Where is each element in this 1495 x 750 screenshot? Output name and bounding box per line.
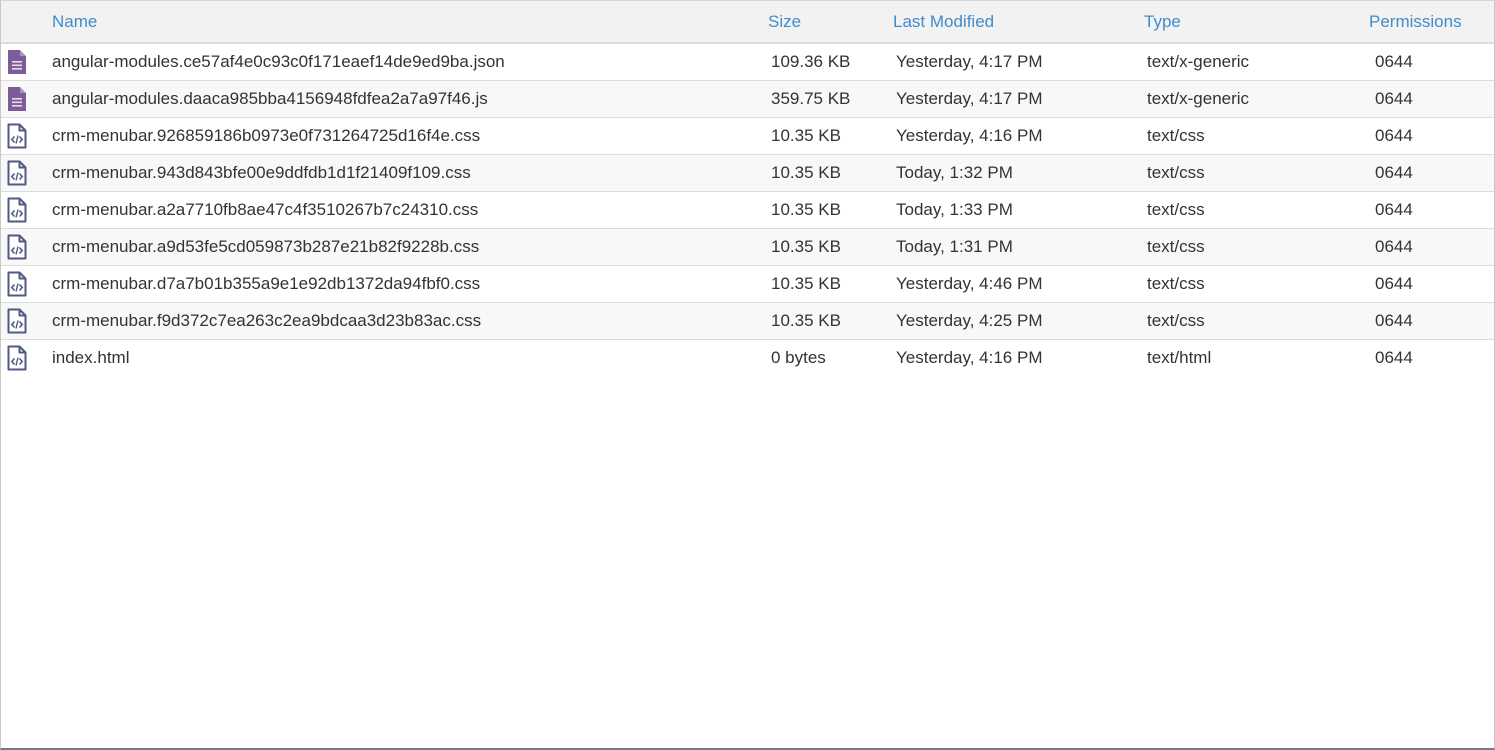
file-size: 109.36 KB (771, 51, 851, 71)
file-name[interactable]: angular-modules.daaca985bba4156948fdfea2… (48, 80, 764, 117)
code-file-icon (7, 345, 27, 371)
file-last-modified: Yesterday, 4:25 PM (896, 310, 1043, 330)
file-permissions: 0644 (1375, 199, 1413, 219)
file-size: 10.35 KB (771, 236, 841, 256)
code-file-icon (7, 308, 27, 333)
code-file-icon (7, 160, 27, 185)
file-last-modified: Yesterday, 4:17 PM (896, 51, 1043, 71)
file-permissions: 0644 (1375, 310, 1413, 330)
file-last-modified: Yesterday, 4:16 PM (896, 125, 1043, 145)
file-last-modified: Yesterday, 4:16 PM (896, 347, 1043, 367)
file-name-link[interactable]: angular-modules.ce57af4e0c93c0f171eaef14… (52, 52, 505, 71)
file-name-link[interactable]: index.html (52, 348, 129, 367)
file-name[interactable]: crm-menubar.a2a7710fb8ae47c4f3510267b7c2… (48, 191, 764, 228)
file-type: text/css (1147, 273, 1205, 293)
code-file-icon (7, 234, 27, 259)
file-permissions: 0644 (1375, 88, 1413, 108)
file-permissions: 0644 (1375, 125, 1413, 145)
code-file-icon (7, 197, 27, 222)
file-size: 10.35 KB (771, 199, 841, 219)
file-type: text/css (1147, 162, 1205, 182)
file-size: 10.35 KB (771, 162, 841, 182)
table-header: Name Size Last Modified Type Permissions (1, 1, 1494, 43)
document-icon (8, 49, 26, 74)
file-type: text/css (1147, 236, 1205, 256)
sort-by-size[interactable]: Size (764, 1, 889, 43)
icon-cell (1, 228, 48, 265)
file-last-modified: Today, 1:31 PM (896, 236, 1013, 256)
file-last-modified: Yesterday, 4:46 PM (896, 273, 1043, 293)
code-file-icon (7, 271, 27, 296)
file-last-modified: Today, 1:32 PM (896, 162, 1013, 182)
file-name-link[interactable]: crm-menubar.943d843bfe00e9ddfdb1d1f21409… (52, 163, 471, 182)
icon-cell (1, 265, 48, 302)
file-list-table: Name Size Last Modified Type Permissions… (1, 1, 1494, 376)
file-permissions: 0644 (1375, 162, 1413, 182)
sort-by-permissions[interactable]: Permissions (1365, 1, 1494, 43)
file-size: 10.35 KB (771, 273, 841, 293)
file-row[interactable]: angular-modules.ce57af4e0c93c0f171eaef14… (1, 43, 1494, 80)
code-file-icon (7, 123, 27, 148)
file-type: text/css (1147, 125, 1205, 145)
file-permissions: 0644 (1375, 273, 1413, 293)
file-name-link[interactable]: crm-menubar.d7a7b01b355a9e1e92db1372da94… (52, 274, 480, 293)
icon-cell (1, 302, 48, 339)
file-name[interactable]: crm-menubar.943d843bfe00e9ddfdb1d1f21409… (48, 154, 764, 191)
file-row[interactable]: crm-menubar.a9d53fe5cd059873b287e21b82f9… (1, 228, 1494, 265)
file-type: text/x-generic (1147, 51, 1250, 71)
file-last-modified: Today, 1:33 PM (896, 199, 1013, 219)
sort-by-last-modified[interactable]: Last Modified (889, 1, 1140, 43)
file-name[interactable]: angular-modules.ce57af4e0c93c0f171eaef14… (48, 43, 764, 80)
file-manager-panel: Name Size Last Modified Type Permissions… (0, 0, 1495, 750)
icon-cell (1, 154, 48, 191)
file-row[interactable]: crm-menubar.943d843bfe00e9ddfdb1d1f21409… (1, 154, 1494, 191)
header-row: Name Size Last Modified Type Permissions (1, 1, 1494, 43)
table-body: angular-modules.ce57af4e0c93c0f171eaef14… (1, 43, 1494, 376)
file-type: text/html (1147, 347, 1212, 367)
header-icon-spacer (1, 1, 48, 43)
file-row[interactable]: index.html 0 bytes Yesterday, 4:16 PM te… (1, 339, 1494, 376)
file-name[interactable]: crm-menubar.a9d53fe5cd059873b287e21b82f9… (48, 228, 764, 265)
file-name[interactable]: crm-menubar.d7a7b01b355a9e1e92db1372da94… (48, 265, 764, 302)
file-name[interactable]: crm-menubar.926859186b0973e0f731264725d1… (48, 117, 764, 154)
file-row[interactable]: crm-menubar.926859186b0973e0f731264725d1… (1, 117, 1494, 154)
file-type: text/x-generic (1147, 88, 1250, 108)
file-row[interactable]: crm-menubar.a2a7710fb8ae47c4f3510267b7c2… (1, 191, 1494, 228)
icon-cell (1, 117, 48, 154)
file-last-modified: Yesterday, 4:17 PM (896, 88, 1043, 108)
file-name-link[interactable]: angular-modules.daaca985bba4156948fdfea2… (52, 89, 488, 108)
icon-cell (1, 80, 48, 117)
file-name-link[interactable]: crm-menubar.f9d372c7ea263c2ea9bdcaa3d23b… (52, 311, 481, 330)
file-permissions: 0644 (1375, 236, 1413, 256)
sort-by-name[interactable]: Name (48, 1, 764, 43)
file-size: 0 bytes (771, 347, 826, 367)
file-permissions: 0644 (1375, 51, 1413, 71)
file-name-link[interactable]: crm-menubar.a2a7710fb8ae47c4f3510267b7c2… (52, 200, 478, 219)
sort-by-type[interactable]: Type (1140, 1, 1365, 43)
icon-cell (1, 43, 48, 80)
file-row[interactable]: angular-modules.daaca985bba4156948fdfea2… (1, 80, 1494, 117)
icon-cell (1, 339, 48, 376)
file-type: text/css (1147, 310, 1205, 330)
icon-cell (1, 191, 48, 228)
document-icon (8, 86, 26, 111)
file-name-link[interactable]: crm-menubar.a9d53fe5cd059873b287e21b82f9… (52, 237, 479, 256)
file-size: 10.35 KB (771, 125, 841, 145)
file-name[interactable]: crm-menubar.f9d372c7ea263c2ea9bdcaa3d23b… (48, 302, 764, 339)
file-name[interactable]: index.html (48, 339, 764, 376)
file-permissions: 0644 (1375, 347, 1413, 367)
file-name-link[interactable]: crm-menubar.926859186b0973e0f731264725d1… (52, 126, 480, 145)
file-size: 359.75 KB (771, 88, 851, 108)
file-row[interactable]: crm-menubar.d7a7b01b355a9e1e92db1372da94… (1, 265, 1494, 302)
file-size: 10.35 KB (771, 310, 841, 330)
file-row[interactable]: crm-menubar.f9d372c7ea263c2ea9bdcaa3d23b… (1, 302, 1494, 339)
file-type: text/css (1147, 199, 1205, 219)
